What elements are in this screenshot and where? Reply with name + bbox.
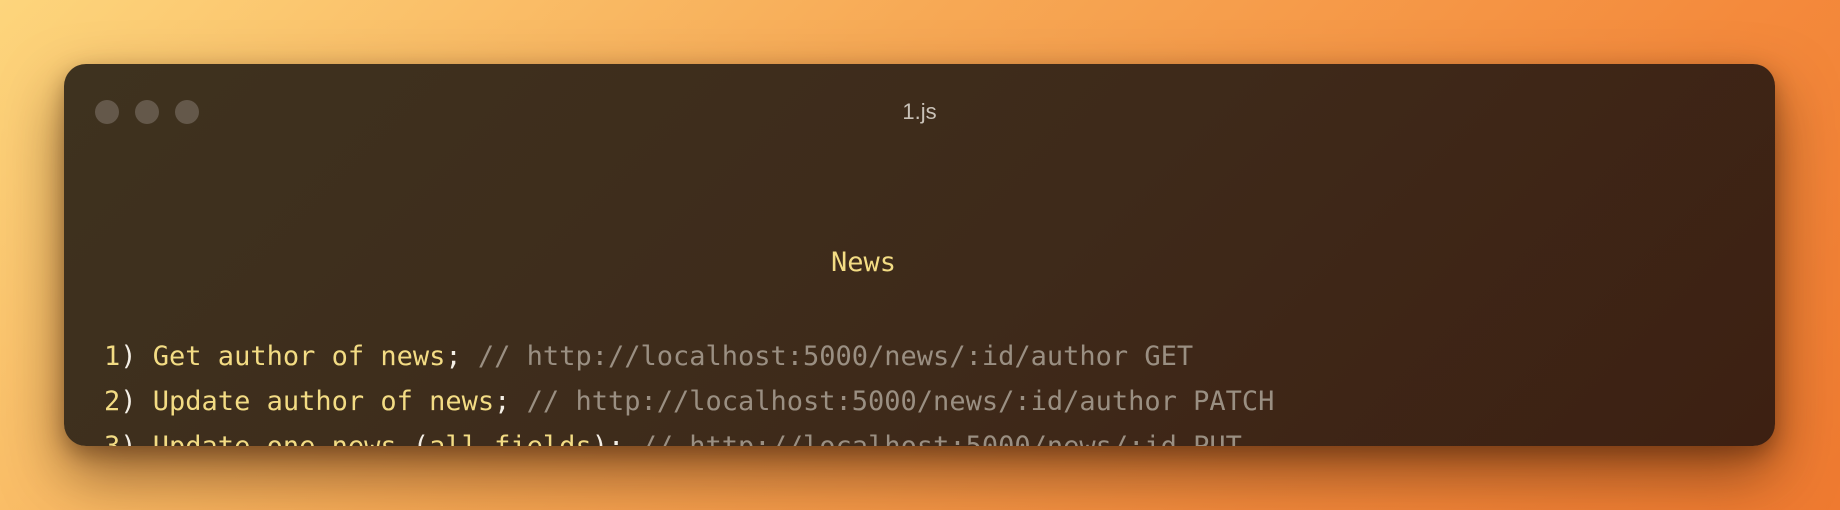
code-lines: 1) Get author of news; // http://localho… xyxy=(104,334,1274,446)
line-number: 3 xyxy=(104,431,120,446)
line-number: 2 xyxy=(104,386,121,417)
line-text: Update author of news xyxy=(136,386,495,417)
line-comment: // http://localhost:5000/news/:id/author… xyxy=(461,341,1194,372)
line-paren: ) xyxy=(120,431,136,446)
line-inner-text: all fields xyxy=(429,431,592,446)
line-text: Update one news xyxy=(137,431,413,446)
line-text: Get author of news xyxy=(136,341,446,372)
window-titlebar: 1.js xyxy=(64,64,1775,160)
code-heading: News xyxy=(830,247,897,278)
line-semicolon: ; xyxy=(445,341,462,372)
line-semicolon: ; xyxy=(494,386,511,417)
line-comment: // http://localhost:5000/news/:id PUT xyxy=(624,431,1241,446)
code-line-1: 1) Get author of news; // http://localho… xyxy=(104,334,1274,379)
line-number: 1 xyxy=(104,341,121,372)
line-comment: // http://localhost:5000/news/:id/author… xyxy=(510,386,1275,417)
window-title: 1.js xyxy=(902,99,937,124)
line-close-paren: ) xyxy=(592,431,608,446)
line-paren: ) xyxy=(120,341,137,372)
line-paren: ) xyxy=(120,386,137,417)
line-open-paren: ( xyxy=(413,431,429,446)
code-window: 1.js News 1) Get author of news; // http… xyxy=(64,64,1775,446)
code-line-3: 3) Update one news (all fields); // http… xyxy=(104,424,1274,446)
code-line-2: 2) Update author of news; // http://loca… xyxy=(104,379,1274,424)
line-semicolon: ; xyxy=(608,431,624,446)
